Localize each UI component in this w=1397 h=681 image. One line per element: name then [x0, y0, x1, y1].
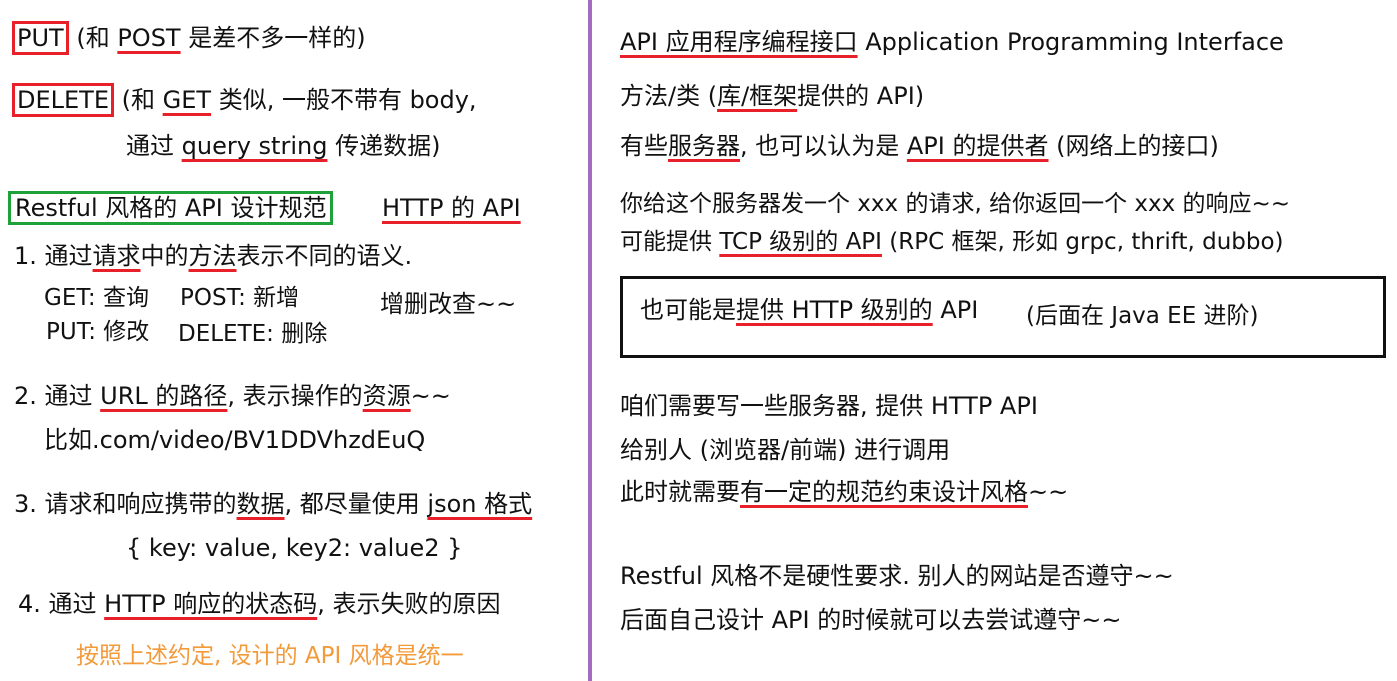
api-definition: API 应用程序编程接口 Application Programming Int… — [620, 26, 1284, 58]
line2-suffix: 提供的 API) — [797, 82, 925, 110]
delete-line: DELETE (和 GET 类似, 一般不带有 body, — [12, 83, 477, 117]
right-line-3: 有些服务器, 也可以认为是 API 的提供者 (网络上的接口) — [620, 130, 1219, 162]
line5-suffix: (RPC 框架, 形如 grpc, thrift, dubbo) — [881, 229, 1284, 255]
delete-text-2: 类似, 一般不带有 body, — [211, 86, 477, 114]
box-suffix: API — [932, 296, 979, 324]
item4-status: HTTP 响应的状态码 — [104, 590, 318, 618]
crud-post: POST: 新增 — [180, 285, 300, 311]
right-line-2: 方法/类 (库/框架提供的 API) — [620, 80, 924, 112]
line2-prefix: 方法/类 ( — [620, 82, 718, 110]
item2-resource: 资源 — [362, 382, 411, 410]
item3-data: 数据 — [236, 490, 285, 518]
line2-lib: 库/框架 — [717, 82, 798, 110]
right-line-10: 后面自己设计 API 的时候就可以去尝试遵守~~ — [620, 606, 1122, 634]
line3-provider: API 的提供者 — [906, 132, 1049, 160]
crud-note: 增删改查~~ — [380, 290, 517, 318]
put-text-2: 是差不多一样的) — [180, 24, 366, 52]
delete-line-2: 通过 query string 传递数据) — [126, 130, 440, 162]
right-line-7: 给别人 (浏览器/前端) 进行调用 — [620, 436, 951, 464]
item4-prefix: 4. 通过 — [18, 590, 105, 618]
box-line: 也可能是提供 HTTP 级别的 API — [640, 294, 978, 326]
line8-norm: 有一定的规范约束设计风格 — [740, 478, 1028, 506]
item1-mid: 中的 — [140, 242, 189, 270]
line3-prefix: 有些 — [620, 132, 668, 160]
delete-text-1: (和 — [114, 86, 163, 114]
item-2-example: 比如.com/video/BV1DDVhzdEuQ — [44, 426, 426, 454]
api-cn: API 应用程序编程接口 — [620, 28, 858, 56]
item2-prefix: 2. 通过 — [14, 382, 101, 410]
delete-line2-text2: 传递数据) — [327, 132, 441, 160]
delete-label: DELETE — [12, 83, 115, 117]
item-3-example: { key: value, key2: value2 } — [126, 534, 463, 562]
line8-prefix: 此时就需要 — [620, 478, 740, 506]
box-prefix: 也可能是 — [640, 296, 736, 324]
box-note: (后面在 Java EE 进阶) — [1026, 303, 1259, 329]
item3-json: json 格式 — [427, 490, 533, 518]
crud-get: GET: 查询 — [44, 285, 149, 311]
right-line-6: 咱们需要写一些服务器, 提供 HTTP API — [620, 392, 1038, 420]
conclusion: 按照上述约定, 设计的 API 风格是统一 — [76, 643, 464, 669]
restful-title: Restful 风格的 API 设计规范 — [8, 191, 334, 225]
crud-delete: DELETE: 删除 — [178, 321, 328, 347]
get-label: GET — [162, 86, 212, 114]
query-string: query string — [181, 132, 328, 160]
item-1: 1. 通过请求中的方法表示不同的语义. — [14, 240, 412, 272]
right-line-5: 可能提供 TCP 级别的 API (RPC 框架, 形如 grpc, thrif… — [620, 226, 1284, 258]
box-http: 提供 HTTP 级别的 — [736, 296, 933, 324]
put-text-1: (和 — [68, 24, 118, 52]
item-2: 2. 通过 URL 的路径, 表示操作的资源~~ — [14, 380, 451, 412]
line5-tcp: TCP 级别的 API — [719, 229, 882, 255]
put-line: PUT (和 POST 是差不多一样的) — [12, 21, 366, 55]
right-line-9: Restful 风格不是硬性要求. 别人的网站是否遵守~~ — [620, 562, 1174, 590]
right-line-4: 你给这个服务器发一个 xxx 的请求, 给你返回一个 xxx 的响应~~ — [620, 191, 1291, 217]
item2-url: URL 的路径 — [100, 382, 228, 410]
item1-prefix: 1. 通过 — [14, 242, 93, 270]
item3-mid: , 都尽量使用 — [284, 490, 428, 518]
post-label: POST — [117, 24, 181, 52]
put-label: PUT — [12, 21, 69, 55]
right-line-8: 此时就需要有一定的规范约束设计风格~~ — [620, 476, 1068, 508]
line3-server: 服务器 — [668, 132, 740, 160]
item4-suffix: , 表示失败的原因 — [317, 590, 501, 618]
item2-suffix: ~~ — [410, 382, 451, 410]
column-divider — [588, 0, 592, 681]
line3-mid: , 也可以认为是 — [740, 132, 907, 160]
item3-prefix: 3. 请求和响应携带的 — [14, 490, 237, 518]
item2-mid: , 表示操作的 — [227, 382, 363, 410]
item1-method: 方法 — [188, 242, 237, 270]
http-api-label: HTTP 的 API — [382, 194, 521, 222]
item-3: 3. 请求和响应携带的数据, 都尽量使用 json 格式 — [14, 488, 532, 520]
item1-request: 请求 — [92, 242, 141, 270]
line8-suffix: ~~ — [1028, 478, 1069, 506]
api-en: Application Programming Interface — [857, 28, 1284, 56]
line3-suffix: (网络上的接口) — [1048, 132, 1219, 160]
item-4: 4. 通过 HTTP 响应的状态码, 表示失败的原因 — [18, 588, 500, 620]
crud-put: PUT: 修改 — [46, 319, 150, 345]
item1-suffix: 表示不同的语义. — [236, 242, 413, 270]
restful-heading: Restful 风格的 API 设计规范 — [8, 191, 334, 225]
delete-line2-text1: 通过 — [126, 132, 182, 160]
http-api-heading: HTTP 的 API — [382, 192, 521, 224]
line5-prefix: 可能提供 — [620, 229, 720, 255]
